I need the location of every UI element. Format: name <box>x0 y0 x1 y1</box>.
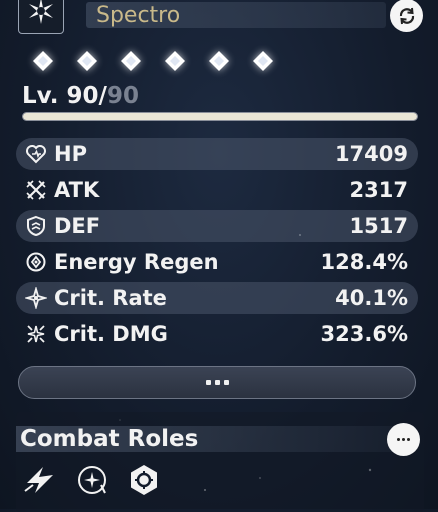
stat-label: Energy Regen <box>54 250 219 274</box>
ellipsis-icon <box>397 438 400 441</box>
hexagon-gear-icon[interactable] <box>126 462 162 498</box>
diamond-icon[interactable] <box>30 48 55 73</box>
ellipsis-icon <box>407 438 410 441</box>
ellipsis-icon <box>402 438 405 441</box>
diamond-icon[interactable] <box>118 48 143 73</box>
combat-role-icons <box>22 462 162 498</box>
stat-label: DEF <box>54 214 101 238</box>
sequence-nodes <box>30 48 275 73</box>
swords-icon <box>24 178 48 202</box>
spectro-star-icon <box>18 0 64 34</box>
crit-rate-icon <box>24 286 48 310</box>
refresh-button[interactable] <box>390 0 423 32</box>
stat-value: 2317 <box>349 178 408 202</box>
stat-row-energy-regen[interactable]: Energy Regen 128.4% <box>16 246 418 278</box>
level-progress-fill <box>23 113 417 120</box>
element-header: Spectro <box>0 0 438 34</box>
stat-label: ATK <box>54 178 100 202</box>
level-max: 90 <box>106 83 139 109</box>
stat-row-crit-rate[interactable]: Crit. Rate 40.1% <box>16 282 418 314</box>
stat-list: HP 17409 ATK 2317 DEF 1517 Energy Regen … <box>16 138 418 354</box>
diamond-icon[interactable] <box>162 48 187 73</box>
stat-label: Crit. DMG <box>54 322 168 346</box>
level-current: 90 <box>66 83 99 109</box>
level-display: Lv. 90/90 <box>22 82 139 110</box>
stat-value: 1517 <box>349 214 408 238</box>
lightning-slash-icon[interactable] <box>22 462 58 498</box>
diamond-icon[interactable] <box>206 48 231 73</box>
refresh-icon <box>399 7 414 24</box>
stat-value: 17409 <box>334 142 408 166</box>
crit-dmg-icon <box>24 322 48 346</box>
diamond-icon[interactable] <box>250 48 275 73</box>
level-separator: / <box>98 83 107 109</box>
diamond-icon[interactable] <box>74 48 99 73</box>
more-dots-icon <box>214 380 220 385</box>
stat-row-def[interactable]: DEF 1517 <box>16 210 418 242</box>
stat-label: Crit. Rate <box>54 286 167 310</box>
stat-row-crit-dmg[interactable]: Crit. DMG 323.6% <box>16 318 418 350</box>
more-dots-icon <box>205 380 211 385</box>
stat-value: 128.4% <box>320 250 408 274</box>
stat-value: 40.1% <box>335 286 408 310</box>
stat-label: HP <box>54 142 87 166</box>
stat-row-hp[interactable]: HP 17409 <box>16 138 418 170</box>
heart-icon <box>24 142 48 166</box>
stat-value: 323.6% <box>320 322 408 346</box>
combat-roles-title: Combat Roles <box>20 426 199 452</box>
star-burst-icon[interactable] <box>74 462 110 498</box>
energy-icon <box>24 250 48 274</box>
stat-row-atk[interactable]: ATK 2317 <box>16 174 418 206</box>
more-dots-icon <box>223 380 229 385</box>
level-prefix: Lv. <box>22 83 67 109</box>
combat-roles-more-button[interactable] <box>387 423 420 456</box>
more-stats-button[interactable] <box>18 366 416 399</box>
element-name: Spectro <box>96 3 181 28</box>
shield-icon <box>24 214 48 238</box>
level-progress-bar <box>22 112 418 121</box>
